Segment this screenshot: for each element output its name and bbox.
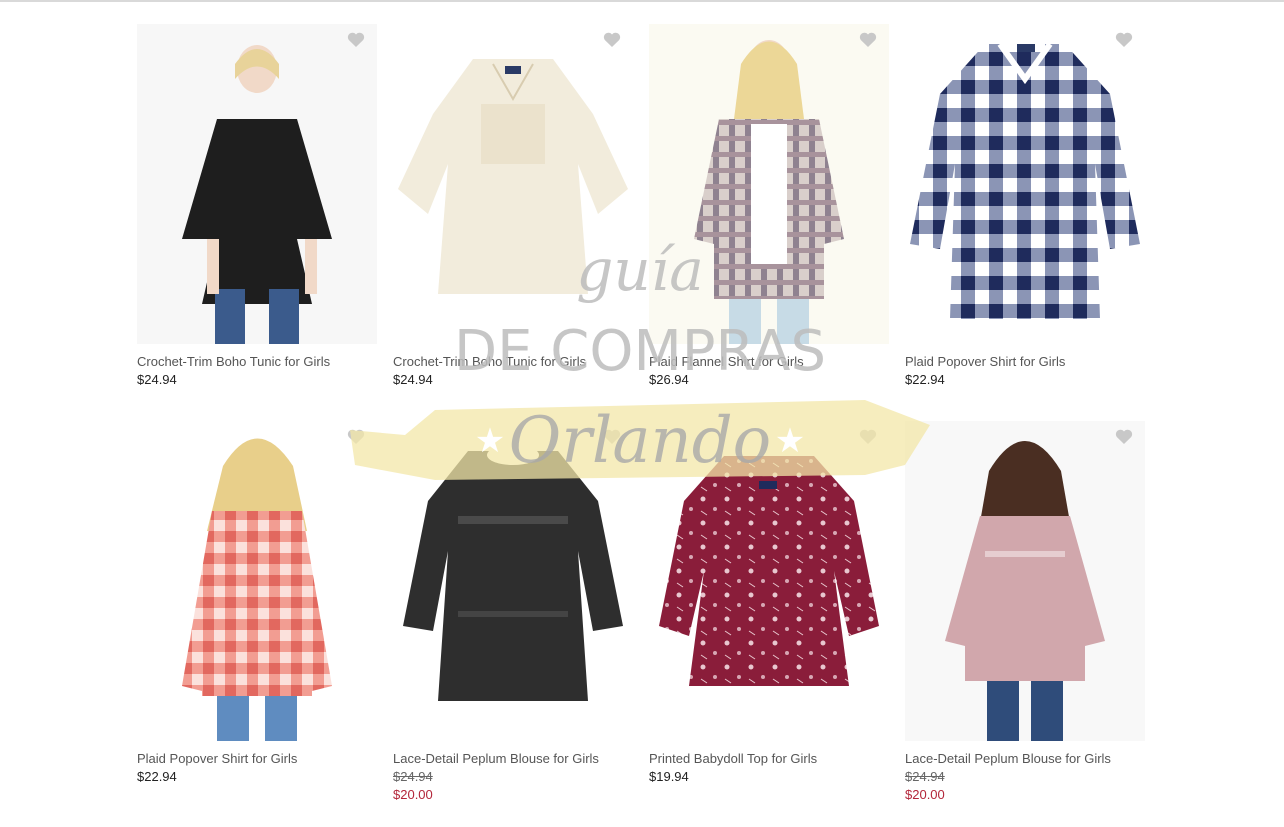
product-title[interactable]: Lace-Detail Peplum Blouse for Girls <box>393 751 633 767</box>
product-price: $26.94 <box>649 372 689 387</box>
sale-price: $20.00 <box>393 787 433 802</box>
heart-icon[interactable] <box>347 429 365 445</box>
product-card[interactable]: Printed Babydoll Top for Girls $19.94 <box>649 421 889 785</box>
product-card[interactable]: Crochet-Trim Boho Tunic for Girls $24.94 <box>393 24 633 388</box>
product-image[interactable] <box>649 24 889 344</box>
product-card[interactable]: Lace-Detail Peplum Blouse for Girls $24.… <box>393 421 633 803</box>
product-image[interactable] <box>393 24 633 344</box>
product-card[interactable]: Crochet-Trim Boho Tunic for Girls $24.94 <box>137 24 377 388</box>
product-image[interactable] <box>393 421 633 741</box>
product-title[interactable]: Plaid Popover Shirt for Girls <box>905 354 1145 370</box>
product-price: $22.94 <box>905 372 945 387</box>
product-title[interactable]: Crochet-Trim Boho Tunic for Girls <box>393 354 633 370</box>
product-title[interactable]: Crochet-Trim Boho Tunic for Girls <box>137 354 377 370</box>
heart-icon[interactable] <box>859 429 877 445</box>
product-card[interactable]: Lace-Detail Peplum Blouse for Girls $24.… <box>905 421 1145 803</box>
product-card[interactable]: Plaid Flannel Shirt for Girls $26.94 <box>649 24 889 388</box>
product-title[interactable]: Plaid Popover Shirt for Girls <box>137 751 377 767</box>
heart-icon[interactable] <box>603 429 621 445</box>
product-image[interactable] <box>137 24 377 344</box>
original-price: $24.94 <box>393 769 433 784</box>
product-card[interactable]: Plaid Popover Shirt for Girls $22.94 <box>137 421 377 785</box>
product-card[interactable]: Plaid Popover Shirt for Girls $22.94 <box>905 24 1145 388</box>
top-divider <box>0 0 1284 2</box>
original-price: $24.94 <box>905 769 945 784</box>
heart-icon[interactable] <box>603 32 621 48</box>
product-price: $24.94 <box>137 372 177 387</box>
heart-icon[interactable] <box>347 32 365 48</box>
product-image[interactable] <box>649 421 889 741</box>
product-price: $24.94 <box>393 372 433 387</box>
product-title[interactable]: Printed Babydoll Top for Girls <box>649 751 889 767</box>
heart-icon[interactable] <box>1115 32 1133 48</box>
product-price: $22.94 <box>137 769 177 784</box>
product-title[interactable]: Plaid Flannel Shirt for Girls <box>649 354 889 370</box>
heart-icon[interactable] <box>1115 429 1133 445</box>
product-price: $19.94 <box>649 769 689 784</box>
product-image[interactable] <box>905 421 1145 741</box>
sale-price: $20.00 <box>905 787 945 802</box>
product-image[interactable] <box>905 24 1145 344</box>
product-title[interactable]: Lace-Detail Peplum Blouse for Girls <box>905 751 1145 767</box>
heart-icon[interactable] <box>859 32 877 48</box>
product-image[interactable] <box>137 421 377 741</box>
